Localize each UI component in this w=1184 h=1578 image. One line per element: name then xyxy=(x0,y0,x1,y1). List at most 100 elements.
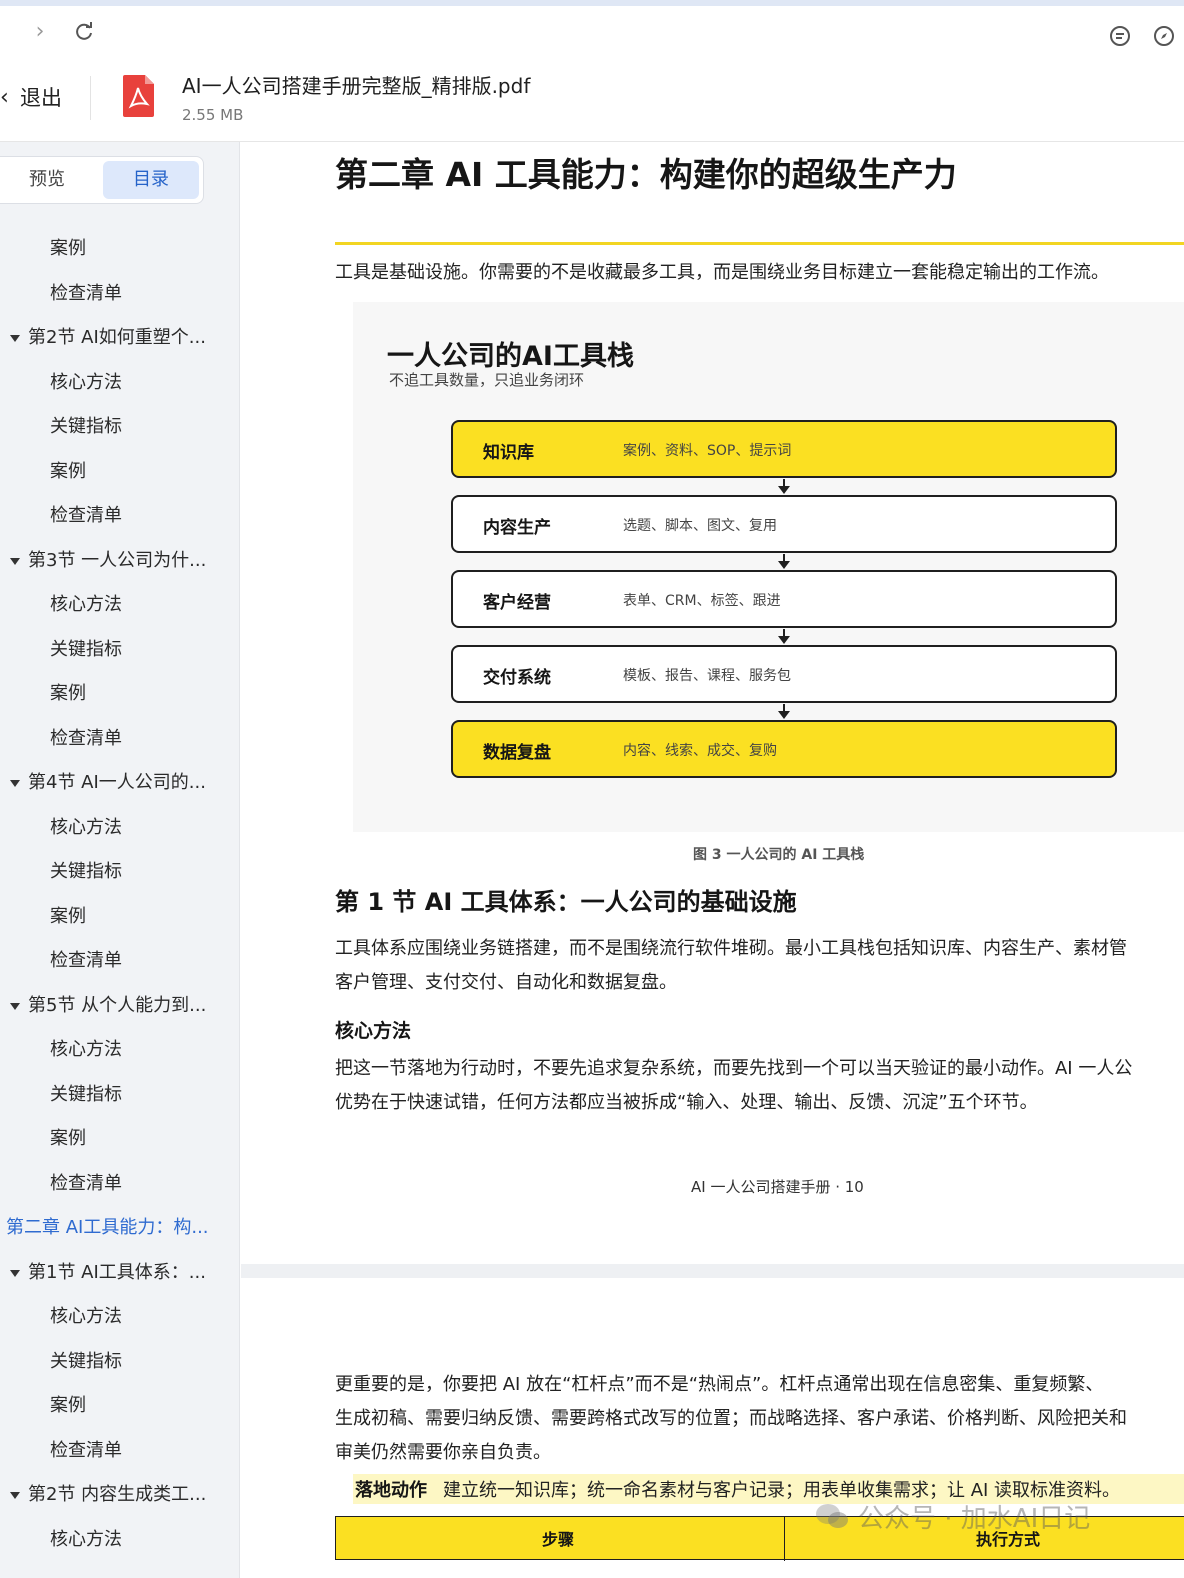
stack-layer-name: 客户经营 xyxy=(483,593,551,613)
comment-icon[interactable] xyxy=(1108,24,1132,48)
method-paragraph-line: 把这一节落地为行动时，不要先追求复杂系统，而要先找到一个可以当天验证的最小动作。… xyxy=(335,1058,1133,1079)
caret-down-icon[interactable] xyxy=(10,1268,20,1278)
toc-subitem[interactable]: 案例 xyxy=(50,457,86,487)
sidebar: 预览 目录 案例 检查清单 第2节 AI如何重塑个... 核心方法 关键指标 案例 检查清单… xyxy=(0,142,240,1578)
toc-subitem[interactable]: 检查清单 xyxy=(50,946,122,976)
action-label: 落地动作 xyxy=(355,1480,427,1501)
caret-down-icon[interactable] xyxy=(10,333,20,343)
toc-subitem[interactable]: 核心方法 xyxy=(50,1525,122,1555)
view-tabs: 预览 目录 xyxy=(0,156,204,204)
stack-layer: 交付系统 模板、报告、课程、服务包 xyxy=(451,645,1117,703)
caret-down-icon[interactable] xyxy=(10,1001,20,1011)
toc-section[interactable]: 第1节 AI工具体系：... xyxy=(10,1258,206,1288)
toc-section[interactable]: 第2节 内容生成类工... xyxy=(10,1480,206,1510)
stack-layer: 内容生产 选题、脚本、图文、复用 xyxy=(451,495,1117,553)
header-divider xyxy=(90,76,91,120)
toc-section-label: 第5节 从个人能力到... xyxy=(28,995,207,1016)
tab-toc[interactable]: 目录 xyxy=(103,161,199,199)
watermark-text: 公众号 · 加水AI日记 xyxy=(858,1503,1091,1534)
stack-layer-desc: 案例、资料、SOP、提示词 xyxy=(623,443,792,459)
toc-subitem[interactable]: 关键指标 xyxy=(50,635,122,665)
stack-layer-desc: 内容、线索、成交、复购 xyxy=(623,743,777,759)
stack-layer-desc: 选题、脚本、图文、复用 xyxy=(623,518,777,534)
section-paragraph-line: 客户管理、支付交付、自动化和数据复盘。 xyxy=(335,972,677,993)
pdf-page: 第二章 AI 工具能力：构建你的超级生产力 工具是基础设施。你需要的不是收藏最多… xyxy=(241,142,1184,1264)
stack-layer: 客户经营 表单、CRM、标签、跟进 xyxy=(451,570,1117,628)
toc-section[interactable]: 第2节 AI如何重塑个... xyxy=(10,323,206,353)
table-header-step: 步骤 xyxy=(542,1530,575,1549)
forward-icon[interactable]: › xyxy=(28,20,52,44)
tab-preview[interactable]: 预览 xyxy=(0,161,95,199)
toc-section-label: 第3节 一人公司为什... xyxy=(28,550,207,571)
intro-paragraph: 工具是基础设施。你需要的不是收藏最多工具，而是围绕业务目标建立一套能稳定输出的工… xyxy=(335,262,1109,283)
toc-section[interactable]: 第3节 一人公司为什... xyxy=(10,546,206,576)
file-size: 2.55 MB xyxy=(182,106,244,124)
toc-subitem[interactable]: 核心方法 xyxy=(50,1302,122,1332)
arrow-down-icon xyxy=(778,704,790,719)
toc-section-label: 第2节 内容生成类工... xyxy=(28,1484,207,1505)
toc-section-label: 第2节 AI如何重塑个... xyxy=(28,327,206,348)
watermark: 公众号 · 加水AI日记 xyxy=(814,1496,1090,1536)
arrow-down-icon xyxy=(778,554,790,569)
toc-subitem[interactable]: 案例 xyxy=(50,679,86,709)
browser-toolbar: › xyxy=(0,6,1184,56)
toc-subitem[interactable]: 核心方法 xyxy=(50,1035,122,1065)
method-paragraph-line: 优势在于快速试错，任何方法都应当被拆成“输入、处理、输出、反馈、沉淀”五个环节。 xyxy=(335,1092,1038,1113)
caret-down-icon[interactable] xyxy=(10,1490,20,1500)
paragraph-line: 更重要的是，你要把 AI 放在“杠杆点”而不是“热闹点”。杠杆点通常出现在信息密… xyxy=(335,1374,1104,1395)
stack-layer: 知识库 案例、资料、SOP、提示词 xyxy=(451,420,1117,478)
toc-subitem[interactable]: 检查清单 xyxy=(50,1169,122,1199)
section-title: 第 1 节 AI 工具体系：一人公司的基础设施 xyxy=(335,888,797,916)
toc-subitem[interactable]: 关键指标 xyxy=(50,1080,122,1110)
toc-subitem[interactable]: 案例 xyxy=(50,902,86,932)
toc-subitem[interactable]: 核心方法 xyxy=(50,368,122,398)
stack-layer-desc: 表单、CRM、标签、跟进 xyxy=(623,593,781,609)
section-paragraph-line: 工具体系应围绕业务链搭建，而不是围绕流行软件堆砌。最小工具栈包括知识库、内容生产… xyxy=(335,938,1127,959)
tool-stack-figure: 一人公司的AI工具栈 不追工具数量，只追业务闭环 知识库 案例、资料、SOP、提示… xyxy=(353,302,1184,832)
toc-subitem[interactable]: 案例 xyxy=(50,1124,86,1154)
viewer-header: ‹ 退出 AI一人公司搭建手册完整版_精排版.pdf 2.55 MB xyxy=(0,56,1184,142)
toc-subitem[interactable]: 案例 xyxy=(50,1391,86,1421)
toc-subitem[interactable]: 检查清单 xyxy=(50,279,122,309)
toc-chapter-active[interactable]: 第二章 AI工具能力：构... xyxy=(6,1213,209,1243)
pdf-file-icon xyxy=(123,75,154,117)
caret-down-icon[interactable] xyxy=(10,556,20,566)
toc-subitem[interactable]: 关键指标 xyxy=(50,857,122,887)
toc-section-label: 第1节 AI工具体系：... xyxy=(28,1262,206,1283)
exit-button[interactable]: ‹ 退出 xyxy=(0,80,62,114)
stack-layer: 数据复盘 内容、线索、成交、复购 xyxy=(451,720,1117,778)
toc-section-label: 第4节 AI一人公司的... xyxy=(28,772,206,793)
stack-layer-name: 数据复盘 xyxy=(483,743,551,763)
paragraph-line: 审美仍然需要你亲自负责。 xyxy=(335,1442,551,1463)
exit-label: 退出 xyxy=(20,86,62,110)
chapter-title: 第二章 AI 工具能力：构建你的超级生产力 xyxy=(335,155,957,194)
chapter-rule xyxy=(335,242,1184,245)
toc-section[interactable]: 第4节 AI一人公司的... xyxy=(10,768,206,798)
figure-title: 一人公司的AI工具栈 xyxy=(387,341,634,372)
arrow-down-icon xyxy=(778,629,790,644)
compass-icon[interactable] xyxy=(1152,24,1176,48)
table-divider xyxy=(784,1517,785,1561)
document-viewer[interactable]: 第二章 AI 工具能力：构建你的超级生产力 工具是基础设施。你需要的不是收藏最多… xyxy=(241,142,1184,1578)
toc-subitem[interactable]: 核心方法 xyxy=(50,590,122,620)
reload-icon[interactable] xyxy=(72,20,96,44)
method-title: 核心方法 xyxy=(335,1020,412,1042)
toc-subitem[interactable]: 检查清单 xyxy=(50,501,122,531)
chevron-left-icon: ‹ xyxy=(0,84,9,110)
toc-subitem[interactable]: 检查清单 xyxy=(50,1436,122,1466)
toc-section[interactable]: 第5节 从个人能力到... xyxy=(10,991,206,1021)
toc-subitem[interactable]: 关键指标 xyxy=(50,1347,122,1377)
figure-caption: 图 3 一人公司的 AI 工具栈 xyxy=(693,847,865,863)
stack-layer-desc: 模板、报告、课程、服务包 xyxy=(623,668,791,684)
toc-subitem[interactable]: 检查清单 xyxy=(50,724,122,754)
caret-down-icon[interactable] xyxy=(10,778,20,788)
toc-subitem[interactable]: 案例 xyxy=(50,234,86,264)
stack-layer-name: 内容生产 xyxy=(483,518,551,538)
paragraph-line: 生成初稿、需要归纳反馈、需要跨格式改写的位置；而战略选择、客户承诺、价格判断、风… xyxy=(335,1408,1127,1429)
file-name: AI一人公司搭建手册完整版_精排版.pdf xyxy=(182,74,531,98)
toc-subitem[interactable]: 核心方法 xyxy=(50,813,122,843)
toc-subitem[interactable]: 关键指标 xyxy=(50,412,122,442)
wechat-icon xyxy=(816,1504,848,1528)
page-footer: AI 一人公司搭建手册 · 10 xyxy=(691,1178,864,1196)
stack-layer-name: 知识库 xyxy=(483,443,534,463)
